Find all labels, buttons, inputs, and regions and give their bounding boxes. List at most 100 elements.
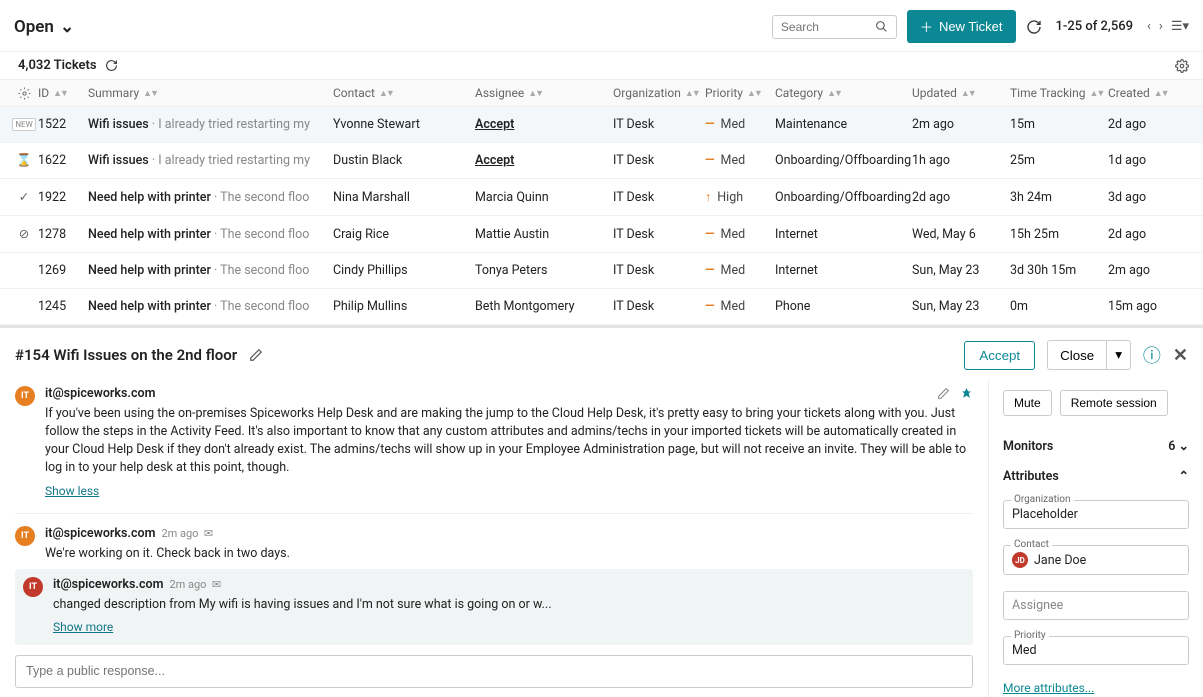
organization-field[interactable]: Organization Placeholder bbox=[1003, 500, 1189, 529]
message-text: If you've been using the on-premises Spi… bbox=[45, 405, 973, 478]
priority-value: Med bbox=[705, 117, 775, 132]
table-row[interactable]: ⊘ 1278 Need help with printer · The seco… bbox=[0, 216, 1203, 253]
check-icon: ✓ bbox=[19, 189, 29, 205]
accept-link[interactable]: Accept bbox=[475, 153, 514, 168]
new-ticket-button[interactable]: ＋ New Ticket bbox=[907, 10, 1016, 43]
col-organization[interactable]: Organization▲▼ bbox=[613, 86, 705, 100]
sort-icon: ▲▼ bbox=[143, 88, 157, 99]
chevron-down-icon: ⌄ bbox=[60, 17, 74, 37]
priority-value: High bbox=[705, 190, 775, 205]
created-value: 2d ago bbox=[1108, 117, 1173, 132]
show-toggle-link[interactable]: Show less bbox=[45, 484, 99, 498]
col-id[interactable]: ID▲▼ bbox=[38, 86, 88, 100]
time-tracking-value: 3d 30h 15m bbox=[1010, 263, 1108, 278]
col-assignee[interactable]: Assignee▲▼ bbox=[475, 86, 613, 100]
activity-message: IT it@spiceworks.com If you've been usin… bbox=[15, 380, 973, 514]
priority-field[interactable]: Priority Med bbox=[1003, 636, 1189, 665]
col-priority[interactable]: Priority▲▼ bbox=[705, 86, 775, 100]
chevron-down-icon: ⌄ bbox=[1179, 439, 1189, 454]
summary-extra: · The second floo bbox=[214, 190, 309, 205]
assignee-name: Tonya Peters bbox=[475, 263, 547, 278]
category-value: Internet bbox=[775, 227, 912, 242]
ticket-id: 1522 bbox=[38, 117, 88, 132]
more-attributes-link[interactable]: More attributes... bbox=[1003, 681, 1189, 695]
table-row[interactable]: ⌛ 1622 Wifi issues · I already tried res… bbox=[0, 143, 1203, 179]
summary-extra: · The second floo bbox=[214, 263, 309, 278]
search-input[interactable] bbox=[781, 20, 869, 34]
summary-extra: · I already tried restarting my bbox=[152, 117, 310, 132]
sort-icon: ▲▼ bbox=[827, 88, 841, 99]
search-box[interactable] bbox=[772, 15, 897, 39]
sort-icon: ▲▼ bbox=[379, 88, 393, 99]
plus-icon: ＋ bbox=[920, 17, 933, 36]
refresh-icon[interactable] bbox=[1026, 19, 1042, 35]
col-category[interactable]: Category▲▼ bbox=[775, 86, 912, 100]
ticket-count: 4,032 Tickets bbox=[18, 58, 97, 73]
accept-link[interactable]: Accept bbox=[475, 117, 514, 132]
ticket-id: 1269 bbox=[38, 263, 88, 278]
col-created[interactable]: Created▲▼ bbox=[1108, 86, 1173, 100]
close-dropdown[interactable]: ▾ bbox=[1107, 340, 1131, 370]
category-value: Onboarding/Offboarding bbox=[775, 190, 912, 205]
priority-value: Med bbox=[705, 299, 775, 314]
table-row[interactable]: 1245 Need help with printer · The second… bbox=[0, 289, 1203, 325]
sort-icon: ▲▼ bbox=[1154, 88, 1168, 99]
time-tracking-value: 15m bbox=[1010, 117, 1108, 132]
info-icon[interactable]: ⓘ bbox=[1143, 342, 1161, 368]
alert-icon: ⊘ bbox=[19, 226, 29, 242]
org-name: IT Desk bbox=[613, 190, 705, 205]
next-page-icon[interactable]: › bbox=[1159, 19, 1163, 34]
contact-name: Dustin Black bbox=[333, 153, 475, 168]
monitors-section[interactable]: Monitors 6 ⌄ bbox=[1003, 438, 1189, 454]
reply-input[interactable] bbox=[26, 664, 962, 678]
table-row[interactable]: 1269 Need help with printer · The second… bbox=[0, 253, 1203, 289]
time-tracking-value: 15h 25m bbox=[1010, 227, 1108, 242]
col-contact[interactable]: Contact▲▼ bbox=[333, 86, 475, 100]
col-time-tracking[interactable]: Time Tracking▲▼ bbox=[1010, 86, 1108, 100]
refresh-count-icon[interactable] bbox=[105, 59, 118, 72]
message-avatar: IT bbox=[15, 526, 35, 546]
message-text: We're working on it. Check back in two d… bbox=[45, 545, 973, 563]
org-name: IT Desk bbox=[613, 227, 705, 242]
edit-title-icon[interactable] bbox=[249, 348, 263, 362]
mute-button[interactable]: Mute bbox=[1003, 390, 1052, 416]
view-options-icon[interactable]: ☰▾ bbox=[1171, 19, 1189, 34]
activity-message: IT it@spiceworks.com2m ago ✉ changed des… bbox=[15, 569, 973, 645]
show-toggle-link[interactable]: Show more bbox=[53, 620, 113, 634]
close-button[interactable]: Close bbox=[1047, 340, 1107, 370]
message-meta: 2m ago ✉ bbox=[169, 578, 221, 591]
time-tracking-value: 0m bbox=[1010, 299, 1108, 314]
new-badge-icon: NEW bbox=[12, 118, 35, 131]
assignee-field[interactable]: Assignee bbox=[1003, 591, 1189, 620]
updated-value: Sun, May 23 bbox=[912, 263, 1010, 278]
summary-title: Wifi issues bbox=[88, 153, 149, 168]
time-tracking-value: 25m bbox=[1010, 153, 1108, 168]
category-value: Maintenance bbox=[775, 117, 912, 132]
attributes-section[interactable]: Attributes ⌃ bbox=[1003, 468, 1189, 484]
created-value: 1d ago bbox=[1108, 153, 1173, 168]
accept-button[interactable]: Accept bbox=[964, 341, 1035, 370]
contact-field[interactable]: Contact JD Jane Doe bbox=[1003, 545, 1189, 575]
pin-message-icon[interactable] bbox=[960, 387, 973, 400]
table-row[interactable]: NEW 1522 Wifi issues · I already tried r… bbox=[0, 107, 1203, 143]
ticket-id: 1245 bbox=[38, 299, 88, 314]
message-avatar: IT bbox=[15, 386, 35, 406]
table-row[interactable]: ✓ 1922 Need help with printer · The seco… bbox=[0, 179, 1203, 216]
summary-extra: · The second floo bbox=[214, 227, 309, 242]
updated-value: Wed, May 6 bbox=[912, 227, 1010, 242]
summary-extra: · The second floo bbox=[214, 299, 309, 314]
prev-page-icon[interactable]: ‹ bbox=[1147, 19, 1151, 34]
reply-box[interactable] bbox=[15, 655, 973, 688]
contact-name: Philip Mullins bbox=[333, 299, 475, 314]
edit-message-icon[interactable] bbox=[937, 387, 950, 400]
column-settings-icon[interactable] bbox=[10, 87, 38, 100]
message-avatar: IT bbox=[23, 577, 43, 597]
message-meta: 2m ago ✉ bbox=[161, 527, 213, 540]
col-summary[interactable]: Summary▲▼ bbox=[88, 86, 333, 100]
remote-session-button[interactable]: Remote session bbox=[1060, 390, 1168, 416]
filter-dropdown[interactable]: Open ⌄ bbox=[14, 17, 74, 37]
table-settings-icon[interactable] bbox=[1175, 59, 1189, 73]
col-updated[interactable]: Updated▲▼ bbox=[912, 86, 1010, 100]
close-panel-icon[interactable]: ✕ bbox=[1173, 345, 1188, 366]
category-value: Onboarding/Offboarding bbox=[775, 153, 912, 168]
